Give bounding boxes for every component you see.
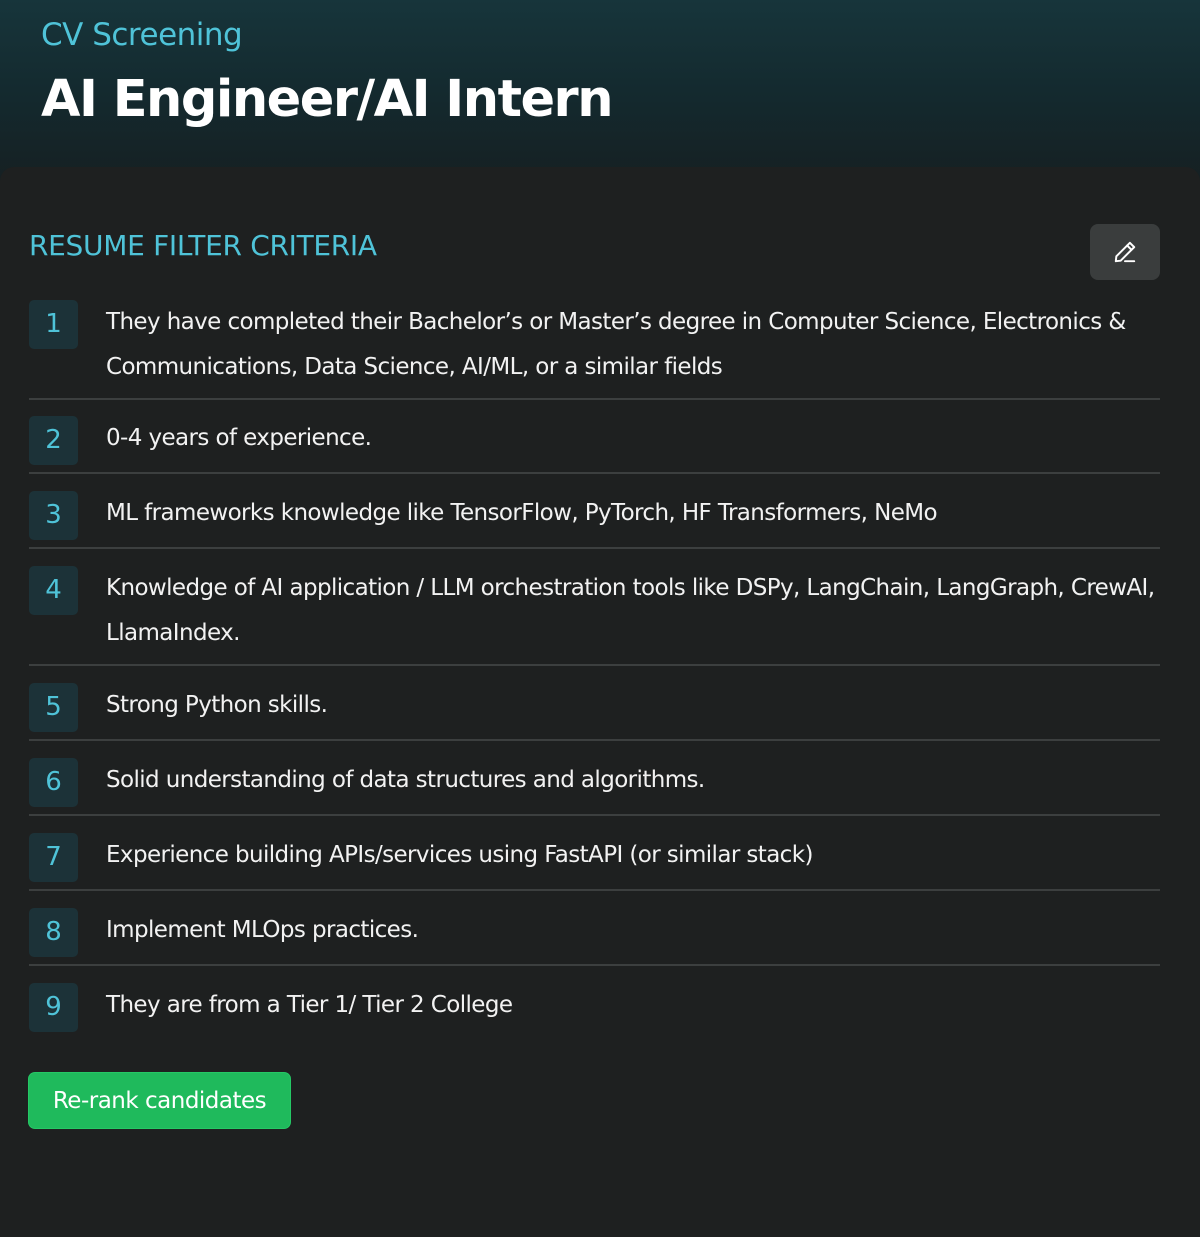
criterion-number: 4 <box>29 566 78 615</box>
criterion-text: They are from a Tier 1/ Tier 2 College <box>106 992 513 1018</box>
criterion-text: Implement MLOps practices. <box>106 917 419 943</box>
pencil-icon <box>1114 241 1136 263</box>
criterion-number: 2 <box>29 416 78 465</box>
page-subtitle: CV Screening <box>41 17 243 53</box>
criterion-text: Knowledge of AI application / LLM orches… <box>106 575 1155 646</box>
criterion-item: 1 They have completed their Bachelor’s o… <box>29 300 1160 400</box>
criterion-item: 7 Experience building APIs/services usin… <box>29 833 1160 891</box>
criterion-text: They have completed their Bachelor’s or … <box>106 309 1126 380</box>
criterion-item: 6 Solid understanding of data structures… <box>29 758 1160 816</box>
criterion-number: 6 <box>29 758 78 807</box>
criterion-number: 1 <box>29 300 78 349</box>
criterion-number: 9 <box>29 983 78 1032</box>
rerank-candidates-button[interactable]: Re-rank candidates <box>29 1073 290 1128</box>
criterion-item: 9 They are from a Tier 1/ Tier 2 College <box>29 983 1160 1041</box>
section-heading: RESUME FILTER CRITERIA <box>29 229 377 262</box>
criterion-item: 5 Strong Python skills. <box>29 683 1160 741</box>
criterion-number: 8 <box>29 908 78 957</box>
criteria-panel: RESUME FILTER CRITERIA 1 They have compl… <box>0 167 1200 1237</box>
criterion-text: Solid understanding of data structures a… <box>106 767 705 793</box>
criterion-text: 0-4 years of experience. <box>106 425 372 451</box>
criterion-number: 3 <box>29 491 78 540</box>
criterion-number: 5 <box>29 683 78 732</box>
edit-criteria-button[interactable] <box>1090 224 1160 280</box>
criterion-item: 2 0-4 years of experience. <box>29 416 1160 474</box>
page-title: AI Engineer/AI Intern <box>41 70 614 129</box>
criterion-item: 8 Implement MLOps practices. <box>29 908 1160 966</box>
criterion-text: Strong Python skills. <box>106 692 328 718</box>
criterion-text: Experience building APIs/services using … <box>106 842 813 868</box>
criterion-item: 4 Knowledge of AI application / LLM orch… <box>29 566 1160 666</box>
criterion-item: 3 ML frameworks knowledge like TensorFlo… <box>29 491 1160 549</box>
criterion-number: 7 <box>29 833 78 882</box>
criterion-text: ML frameworks knowledge like TensorFlow,… <box>106 500 938 526</box>
